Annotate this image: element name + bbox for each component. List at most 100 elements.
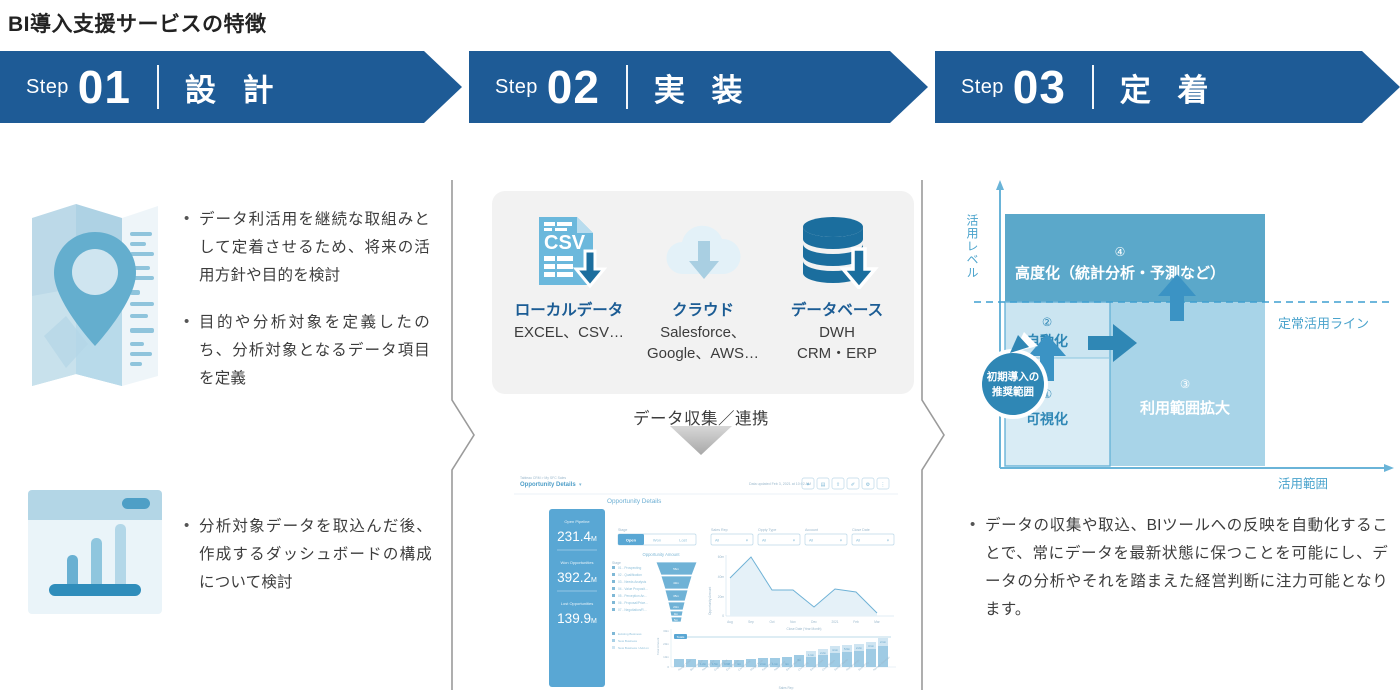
svg-text:5.9m: 5.9m <box>844 647 850 651</box>
svg-text:Total Amount: Total Amount <box>656 637 660 655</box>
svg-text:Opportunity Details: Opportunity Details <box>520 482 576 488</box>
svg-text:40m: 40m <box>718 575 725 579</box>
svg-text:Opportunity Details: Opportunity Details <box>607 498 661 505</box>
svg-text:Opportunity Amount: Opportunity Amount <box>708 587 712 615</box>
svg-text:可視化: 可視化 <box>1026 411 1068 427</box>
svg-text:⋮: ⋮ <box>881 482 886 488</box>
step-chip-1[interactable]: Step 01 設 計 <box>0 51 462 123</box>
svg-text:Existing Business: Existing Business <box>618 632 642 636</box>
svg-text:Totals: Totals <box>677 635 685 639</box>
svg-text:06 - Proposal/Price…: 06 - Proposal/Price… <box>618 601 648 605</box>
svg-text:2.1m: 2.1m <box>880 640 886 644</box>
svg-text:Opportunity Amount: Opportunity Amount <box>642 552 680 557</box>
database-download-icon <box>770 213 904 291</box>
svg-text:高度化（統計分析・予測など）: 高度化（統計分析・予測など） <box>1015 264 1225 282</box>
svg-text:Close Date: Close Date <box>852 528 870 532</box>
svg-text:Sep: Sep <box>748 620 754 624</box>
list-item: データ利活用を継続な取組みとして定着させるため、将来の活用方針や目的を検討 <box>182 205 430 290</box>
svg-text:9m: 9m <box>674 612 679 616</box>
list-item: 目的や分析対象を定義したのち、分析対象となるデータ項目を定義 <box>182 308 430 393</box>
svg-text:Aug: Aug <box>727 620 733 624</box>
svg-text:Account: Account <box>805 528 818 532</box>
svg-text:Feb: Feb <box>853 620 859 624</box>
svg-text:20m: 20m <box>718 595 725 599</box>
step-2-name: 実 装 <box>653 72 752 108</box>
svg-text:⚙: ⚙ <box>866 482 871 488</box>
svg-text:▾: ▾ <box>887 539 889 543</box>
svg-text:利用範囲拡大: 利用範囲拡大 <box>1140 399 1230 417</box>
svg-text:60m: 60m <box>718 555 725 559</box>
column-establishment: 活用レベル 活用範囲 定常活用ライン ④ 高度化（統計分析・予測など） ② 自動… <box>940 160 1400 690</box>
step-3-separator <box>1092 65 1094 109</box>
svg-text:②: ② <box>1042 317 1052 329</box>
svg-text:✦: ✦ <box>806 482 810 488</box>
svg-text:Stage: Stage <box>612 561 621 565</box>
baseline-label: 定常活用ライン <box>1278 316 1369 331</box>
svg-text:Tableau CRM > My SFC Sales: Tableau CRM > My SFC Sales <box>520 476 566 480</box>
svg-text:推奨範囲: 推奨範囲 <box>992 385 1034 398</box>
step-3-word: Step <box>961 75 1004 98</box>
source-local-title: ローカルデータ <box>514 302 624 319</box>
svg-text:All: All <box>809 539 813 543</box>
svg-text:2.2m: 2.2m <box>856 646 862 650</box>
design-bullets-bottom: 分析対象データを取込んだ後、作成するダッシュボードの構成について検討 <box>182 512 432 597</box>
step-3-name: 定 着 <box>1119 72 1218 108</box>
svg-text:01 - Prospecting: 01 - Prospecting <box>618 566 641 570</box>
design-bullets-top: データ利活用を継続な取組みとして定着させるため、将来の活用方針や目的を検討 目的… <box>182 205 430 393</box>
svg-text:04 - Value Proposit…: 04 - Value Proposit… <box>618 587 648 591</box>
maturity-quadrant-chart: 活用レベル 活用範囲 定常活用ライン ④ 高度化（統計分析・予測など） ② 自動… <box>948 176 1396 496</box>
svg-text:✐: ✐ <box>851 482 855 488</box>
source-db-sub: DWH CRM・ERP <box>796 324 877 362</box>
svg-text:30m: 30m <box>663 629 669 633</box>
svg-text:Mar: Mar <box>874 620 880 624</box>
source-cloud-title: クラウド <box>671 302 734 319</box>
step-chip-2[interactable]: Step 02 実 装 <box>469 51 928 123</box>
svg-text:07 - Negotiation/R…: 07 - Negotiation/R… <box>618 608 647 612</box>
svg-text:Close Date (Year Month): Close Date (Year Month) <box>787 627 822 631</box>
svg-text:4.1m: 4.1m <box>832 648 838 652</box>
svg-text:Open: Open <box>626 538 637 543</box>
source-local-sub: EXCEL、CSV… <box>513 324 625 341</box>
svg-text:▾: ▾ <box>793 539 795 543</box>
svg-text:2021: 2021 <box>831 620 838 624</box>
svg-text:All: All <box>762 539 766 543</box>
csv-file-download-icon: CSV <box>502 213 636 291</box>
step-2-separator <box>626 65 628 109</box>
svg-text:05 - Perception An…: 05 - Perception An… <box>618 594 647 598</box>
list-item: 分析対象データを取込んだ後、作成するダッシュボードの構成について検討 <box>182 512 432 597</box>
step-chip-3[interactable]: Step 03 定 着 <box>935 51 1400 123</box>
svg-text:New Business: New Business <box>618 639 638 643</box>
svg-text:56m: 56m <box>673 567 679 571</box>
svg-text:Dec: Dec <box>811 620 817 624</box>
svg-text:Open Pipeline: Open Pipeline <box>564 519 590 524</box>
svg-text:35m: 35m <box>673 594 679 598</box>
dashboard-chart-icon <box>26 488 164 616</box>
slide-root: BI導入支援サービスの特徴 Step 01 設 計 Step 02 実 装 St… <box>0 0 1400 699</box>
svg-text:▾: ▾ <box>840 539 842 543</box>
svg-text:10m: 10m <box>663 655 669 659</box>
svg-text:Stage: Stage <box>618 528 627 532</box>
svg-text:20m: 20m <box>673 605 679 609</box>
source-local-data: CSV ローカルデータ EXCEL、CSV… <box>502 213 636 343</box>
svg-text:③: ③ <box>1180 379 1190 391</box>
svg-text:New Business / Add on: New Business / Add on <box>618 646 649 650</box>
svg-text:▾: ▾ <box>746 539 748 543</box>
step-1-number: 01 <box>77 61 131 113</box>
source-cloud: クラウド Salesforce、 Google、AWS… <box>636 213 770 364</box>
quadrant-x-axis-label: 活用範囲 <box>1278 476 1328 491</box>
svg-text:▤: ▤ <box>821 482 826 488</box>
svg-text:Nov: Nov <box>790 620 796 624</box>
step-1-name: 設 計 <box>184 72 283 108</box>
svg-text:Lost: Lost <box>679 538 687 543</box>
svg-text:All: All <box>715 539 719 543</box>
svg-text:Sales Rep: Sales Rep <box>779 686 794 690</box>
source-database: データベース DWH CRM・ERP <box>770 213 904 364</box>
svg-text:Oppty Type: Oppty Type <box>758 528 776 532</box>
column-implementation: CSV ローカルデータ EXCEL、CSV… クラウド Salesforce、 … <box>470 160 932 698</box>
svg-text:03 - Needs Analysis: 03 - Needs Analysis <box>618 580 647 584</box>
svg-text:Oct: Oct <box>770 620 775 624</box>
svg-text:④: ④ <box>1115 245 1126 259</box>
svg-text:20m: 20m <box>663 642 669 646</box>
svg-text:⇪: ⇪ <box>836 482 840 488</box>
establishment-bullets: データの収集や取込、BIツールへの反映を自動化することで、常にデータを最新状態に… <box>968 511 1388 624</box>
